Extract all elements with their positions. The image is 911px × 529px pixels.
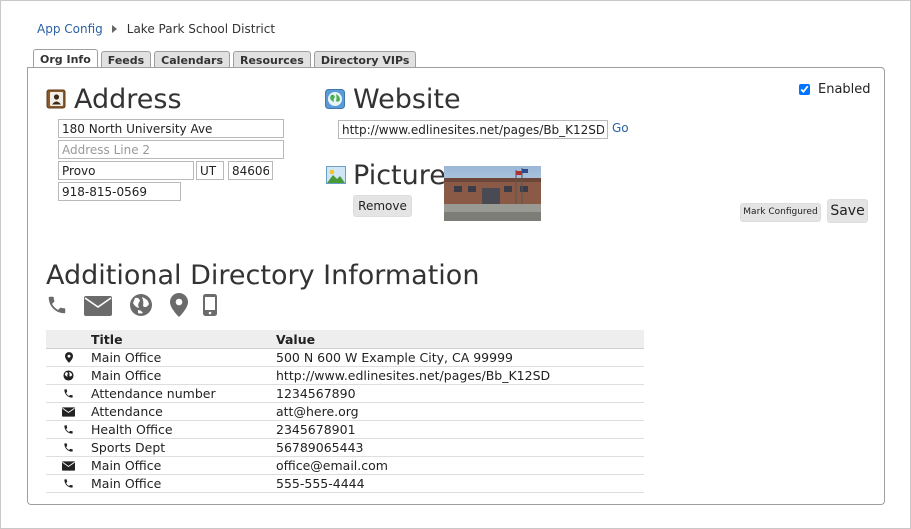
remove-picture-button[interactable]: Remove [353, 195, 412, 217]
directory-table-body: Main Office 500 N 600 W Example City, CA … [46, 348, 644, 493]
enabled-checkbox[interactable] [799, 84, 810, 95]
breadcrumb-separator-icon [111, 25, 117, 33]
row-value: 500 N 600 W Example City, CA 99999 [276, 348, 644, 367]
phone-input[interactable] [58, 182, 181, 201]
row-value: 1234567890 [276, 384, 644, 403]
globe-icon [46, 366, 91, 385]
breadcrumb: App Config Lake Park School District [37, 22, 275, 36]
enabled-label: Enabled [818, 82, 871, 97]
row-title: Sports Dept [91, 438, 276, 457]
directory-table: Title Value Main Office 500 N 600 W Examp… [46, 330, 644, 493]
website-heading: Website [353, 84, 461, 115]
city-input[interactable] [58, 161, 194, 180]
row-title: Attendance [91, 402, 276, 421]
row-title: Main Office [91, 456, 276, 475]
save-button[interactable]: Save [827, 199, 868, 223]
breadcrumb-current: Lake Park School District [126, 22, 276, 36]
phone-icon [46, 438, 91, 457]
table-row[interactable]: Main Office 555-555-4444 [46, 474, 644, 493]
row-value: 2345678901 [276, 420, 644, 439]
org-info-panel: Address Website Go Picture [27, 67, 885, 505]
zip-input[interactable] [228, 161, 273, 180]
breadcrumb-app-config-link[interactable]: App Config [37, 22, 103, 36]
address-line2-input[interactable] [58, 140, 284, 159]
header-icon-cell [46, 330, 91, 349]
phone-icon [46, 384, 91, 403]
row-value: office@email.com [276, 456, 644, 475]
email-icon [46, 456, 91, 475]
header-value: Value [276, 330, 644, 349]
row-value: http://www.edlinesites.net/pages/Bb_K12S… [276, 366, 644, 385]
table-header-row: Title Value [46, 330, 644, 349]
website-globe-icon [325, 89, 345, 109]
row-title: Main Office [91, 348, 276, 367]
app-window: App Config Lake Park School District Org… [0, 0, 911, 529]
tab-org-info[interactable]: Org Info [33, 49, 98, 69]
row-title: Main Office [91, 366, 276, 385]
school-building-photo [444, 166, 541, 221]
row-title: Health Office [91, 420, 276, 439]
location-pin-icon[interactable] [170, 293, 188, 317]
email-icon[interactable] [84, 296, 112, 316]
row-title: Main Office [91, 474, 276, 493]
table-row[interactable]: Main Office 500 N 600 W Example City, CA … [46, 348, 644, 367]
table-row[interactable]: Attendance att@here.org [46, 402, 644, 421]
picture-heading: Picture [353, 160, 446, 191]
directory-heading: Additional Directory Information [46, 260, 480, 291]
website-url-input[interactable] [338, 120, 608, 139]
contact-type-toolbar [46, 293, 266, 321]
phone-icon [46, 474, 91, 493]
phone-icon [46, 420, 91, 439]
header-title: Title [91, 330, 276, 349]
phone-icon[interactable] [46, 293, 68, 317]
state-input[interactable] [196, 161, 224, 180]
enabled-toggle: Enabled [799, 82, 871, 97]
address-book-icon [46, 89, 66, 109]
table-row[interactable]: Main Office http://www.edlinesites.net/pa… [46, 366, 644, 385]
location-pin-icon [46, 348, 91, 367]
globe-icon[interactable] [129, 293, 153, 317]
address-line1-input[interactable] [58, 119, 284, 138]
row-value: 555-555-4444 [276, 474, 644, 493]
mark-configured-button[interactable]: Mark Configured [740, 203, 821, 222]
row-value: att@here.org [276, 402, 644, 421]
email-icon [46, 402, 91, 421]
table-row[interactable]: Main Office office@email.com [46, 456, 644, 475]
address-heading: Address [74, 84, 182, 115]
picture-icon [326, 166, 346, 184]
row-value: 56789065443 [276, 438, 644, 457]
table-row[interactable]: Health Office 2345678901 [46, 420, 644, 439]
website-go-link[interactable]: Go [612, 121, 629, 135]
mobile-icon[interactable] [203, 294, 217, 316]
row-title: Attendance number [91, 384, 276, 403]
table-row[interactable]: Sports Dept 56789065443 [46, 438, 644, 457]
table-row[interactable]: Attendance number 1234567890 [46, 384, 644, 403]
